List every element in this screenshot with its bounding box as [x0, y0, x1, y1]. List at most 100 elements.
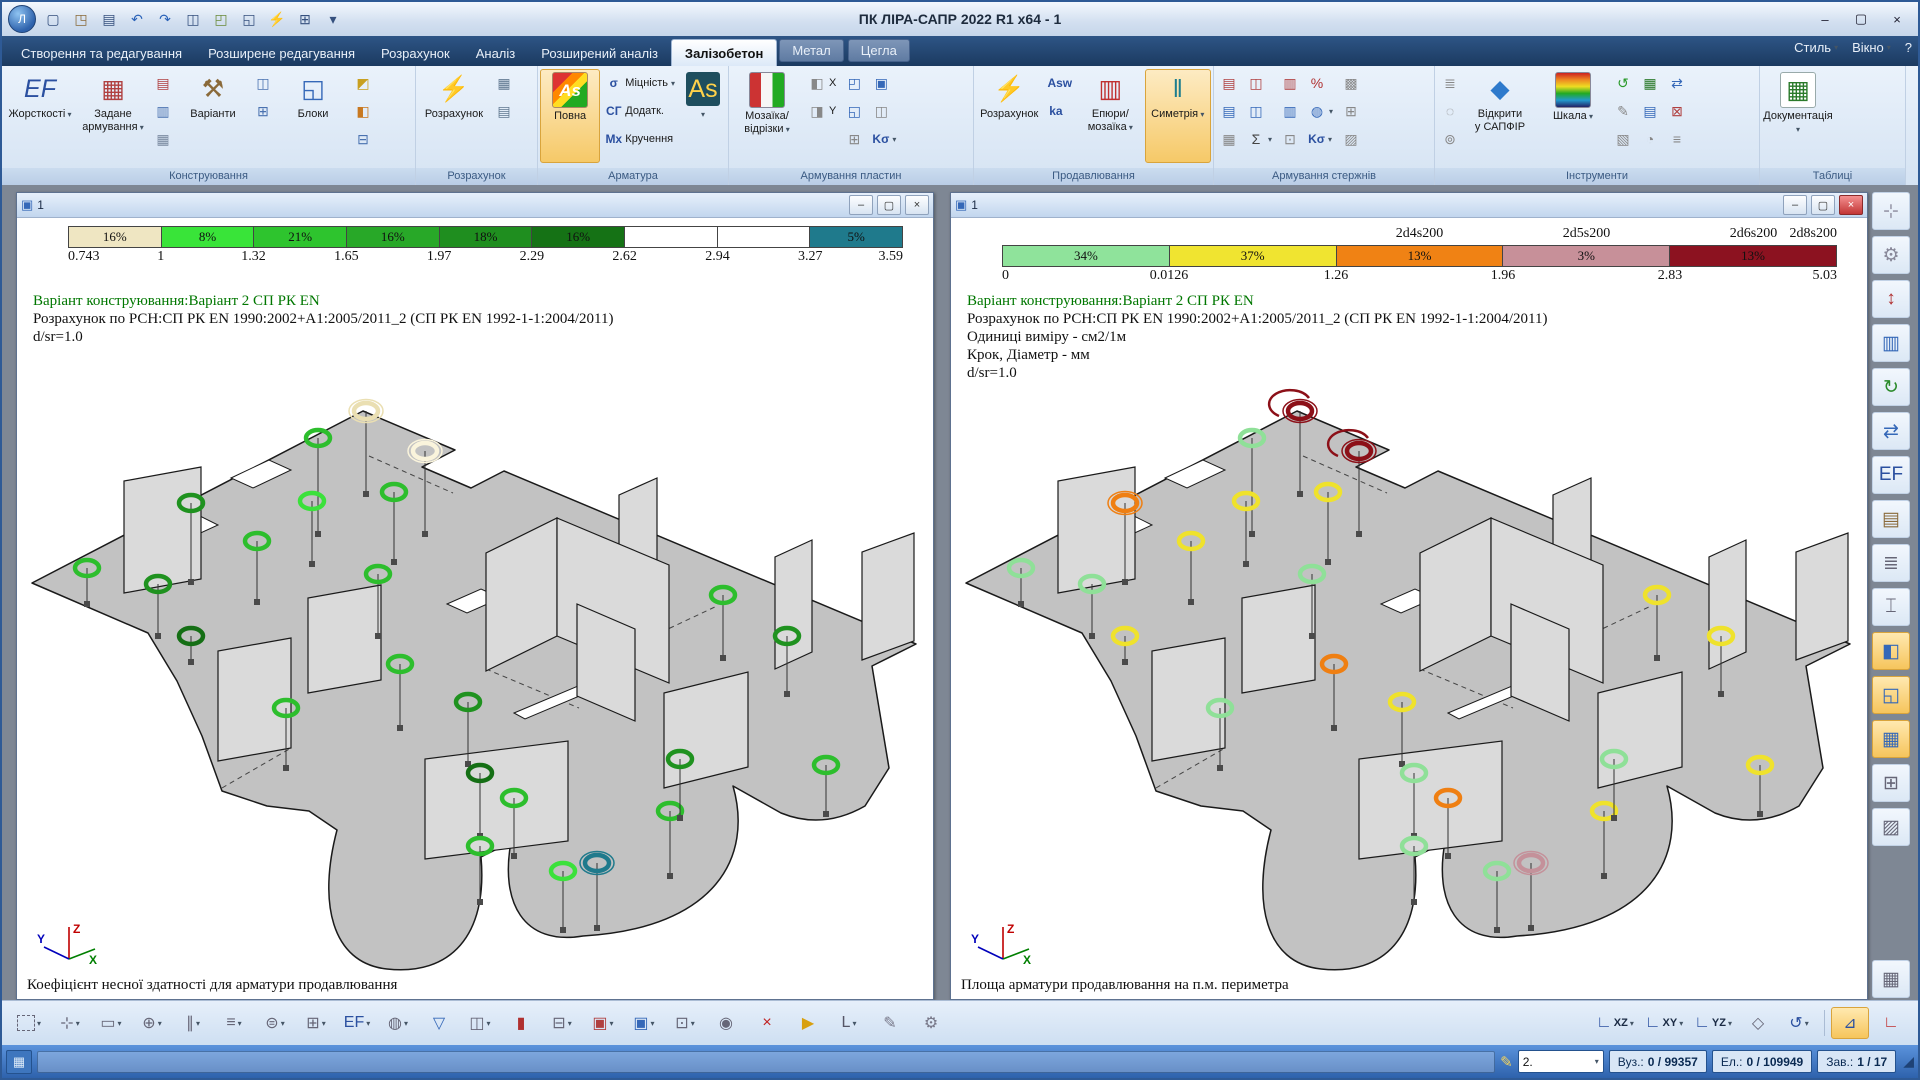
- block-side-button[interactable]: ◧: [350, 98, 376, 124]
- calc-protocol-button[interactable]: ▤: [491, 98, 517, 124]
- bar-hatch-button[interactable]: ▩: [1338, 70, 1364, 96]
- rebar-cols-button[interactable]: ▥: [150, 98, 176, 124]
- loadcase-selector[interactable]: 2.▾: [1518, 1050, 1604, 1073]
- variants-button[interactable]: ⚒Варіанти: [177, 69, 249, 163]
- bar-stirrups-1-button[interactable]: ▥: [1277, 70, 1303, 96]
- tool-edit-button[interactable]: ✎: [1610, 98, 1636, 124]
- scale-button[interactable]: Шкала ▾: [1537, 69, 1609, 163]
- bar-bottom-button[interactable]: ▤: [1216, 98, 1242, 124]
- select-polygon-button[interactable]: ▾: [10, 1007, 48, 1039]
- select-circle-button[interactable]: ⊕▾: [133, 1007, 171, 1039]
- copy-icon[interactable]: ◫: [180, 7, 206, 31]
- blocks-view-button[interactable]: ◱: [1872, 676, 1910, 714]
- viewport-window-right[interactable]: ▣1–▢×2d4s2002d5s2002d6s2002d8s20034%37%1…: [950, 192, 1868, 1000]
- bar-section-button[interactable]: ⊡: [1277, 126, 1303, 152]
- as-results-button[interactable]: As ▾: [680, 69, 726, 163]
- tab-brick[interactable]: Цегла: [848, 39, 910, 62]
- plate-x-button[interactable]: ◧X: [804, 70, 840, 96]
- ka-button[interactable]: ka: [1043, 98, 1076, 124]
- settings-button[interactable]: ⚙: [1872, 236, 1910, 274]
- mark-gray-button[interactable]: ⊡▾: [666, 1007, 704, 1039]
- punching-calc-button[interactable]: ⚡Розрахунок: [976, 69, 1042, 163]
- tab-calculation[interactable]: Розрахунок: [368, 40, 463, 66]
- mark-blue-button[interactable]: ▣▾: [625, 1007, 663, 1039]
- viewport-maximize-button[interactable]: ▢: [877, 195, 901, 215]
- variant-add-button[interactable]: ⊞: [250, 98, 276, 124]
- strength-button[interactable]: σМіцність▾: [601, 70, 679, 96]
- bar-fill-button[interactable]: ▨: [1338, 126, 1364, 152]
- viewport-maximize-button[interactable]: ▢: [1811, 195, 1835, 215]
- bar-mosaic-button[interactable]: ◍▾: [1304, 98, 1337, 124]
- tool-excel-button[interactable]: ▦: [1637, 70, 1663, 96]
- exchange-button[interactable]: ⇄: [1872, 412, 1910, 450]
- spotlight-button[interactable]: ▶: [789, 1007, 827, 1039]
- new-document-icon[interactable]: ▢: [40, 7, 66, 31]
- window-menu[interactable]: Вікно▾: [1852, 40, 1891, 55]
- floors-button[interactable]: ◧: [1872, 632, 1910, 670]
- bar-top-button[interactable]: ▤: [1216, 70, 1242, 96]
- add-grid-button[interactable]: ⊞: [1872, 764, 1910, 802]
- layers-button[interactable]: ▤: [1872, 500, 1910, 538]
- show-numbers-button[interactable]: ▥: [1872, 324, 1910, 362]
- blocks-button[interactable]: ◱Блоки: [277, 69, 349, 163]
- global-axes-button[interactable]: ∟: [1872, 1007, 1910, 1039]
- flags-button[interactable]: ◫▾: [461, 1007, 499, 1039]
- block-top-button[interactable]: ◩: [350, 70, 376, 96]
- model-3d-view[interactable]: [951, 336, 1867, 986]
- plate-grid-button[interactable]: ⊞: [841, 126, 867, 152]
- tab-analysis[interactable]: Аналіз: [463, 40, 529, 66]
- tool-rings-button[interactable]: ⊚: [1437, 126, 1463, 152]
- viewport-minimize-button[interactable]: –: [1783, 195, 1807, 215]
- variant-copy-button[interactable]: ◫: [250, 70, 276, 96]
- redo-icon[interactable]: ↷: [152, 7, 178, 31]
- bar-percent-button[interactable]: %: [1304, 70, 1337, 96]
- export-icon[interactable]: ⊞: [292, 7, 318, 31]
- update-view-button[interactable]: ↻: [1872, 368, 1910, 406]
- view-yz-button[interactable]: ∟YZ▾: [1690, 1007, 1736, 1039]
- clip-button[interactable]: ⊟▾: [543, 1007, 581, 1039]
- section-planes-button[interactable]: ∥▾: [174, 1007, 212, 1039]
- zoom-button[interactable]: ◉: [707, 1007, 745, 1039]
- tab-advanced-analysis[interactable]: Розширений аналіз: [528, 40, 671, 66]
- fragmentation-button[interactable]: ◍▾: [379, 1007, 417, 1039]
- tool-lists-button[interactable]: ≣: [1437, 70, 1463, 96]
- open-document-icon[interactable]: ◳: [68, 7, 94, 31]
- tab-reinforced-concrete[interactable]: Залізобетон: [671, 39, 777, 66]
- view-xz-button[interactable]: ∟XZ▾: [1592, 1007, 1638, 1039]
- viewport-window-left[interactable]: ▣1–▢×16%8%21%16%18%16%5%0.74311.321.651.…: [16, 192, 934, 1000]
- tool-delete-button[interactable]: ⊠: [1664, 98, 1690, 124]
- tool-refresh-button[interactable]: ↺: [1610, 70, 1636, 96]
- grid-snap-button[interactable]: ⊞▾: [297, 1007, 335, 1039]
- mark-red-button[interactable]: ▣▾: [584, 1007, 622, 1039]
- projection-mode-button[interactable]: ⊿: [1831, 1007, 1869, 1039]
- viewport-titlebar[interactable]: ▣1–▢×: [951, 193, 1867, 218]
- assigned-reinforcement-button[interactable]: ▦Заданеармування ▾: [77, 69, 149, 163]
- quick-calc-icon[interactable]: ⚡: [264, 7, 290, 31]
- tool-report-button[interactable]: ▤: [1637, 98, 1663, 124]
- mosaic-segments-button[interactable]: Мозаїка/відрізки ▾: [731, 69, 803, 163]
- blocks-icon[interactable]: ◱: [236, 7, 262, 31]
- calculate-button[interactable]: ⚡Розрахунок: [418, 69, 490, 163]
- stiffness-button[interactable]: EFЖорсткості ▾: [4, 69, 76, 163]
- open-sapfir-button[interactable]: ◆Відкритиу САПФІР: [1464, 69, 1536, 163]
- lists-button[interactable]: ≣: [1872, 544, 1910, 582]
- sections-button[interactable]: ⌶: [1872, 588, 1910, 626]
- tool-hatch-button[interactable]: ▧: [1610, 126, 1636, 152]
- tab-create-edit[interactable]: Створення та редагування: [8, 40, 195, 66]
- draw-button[interactable]: ✎: [871, 1007, 909, 1039]
- resize-grip-icon[interactable]: ◢: [1903, 1053, 1914, 1070]
- plate-strips-button[interactable]: ◫: [868, 98, 900, 124]
- view-xy-button[interactable]: ∟XY▾: [1641, 1007, 1687, 1039]
- bar-side-2-button[interactable]: ◫: [1243, 98, 1276, 124]
- app-logo-icon[interactable]: Л: [8, 5, 36, 33]
- plate-lower-button[interactable]: ◱: [841, 98, 867, 124]
- asw-button[interactable]: Asw: [1043, 70, 1076, 96]
- bar-add-button[interactable]: ⊞: [1338, 98, 1364, 124]
- punching-diagrams-button[interactable]: ▥Епюри/мозаїка ▾: [1077, 69, 1143, 163]
- hatch-view-button[interactable]: ▨: [1872, 808, 1910, 846]
- poly-filter-button[interactable]: ⊜▾: [256, 1007, 294, 1039]
- bar-ksigma-button[interactable]: Kσ▾: [1304, 126, 1337, 152]
- viewport-canvas[interactable]: 16%8%21%16%18%16%5%0.74311.321.651.972.2…: [17, 218, 933, 999]
- customize-quick-access-icon[interactable]: ▾: [320, 7, 346, 31]
- view-settings-button[interactable]: ⚙: [912, 1007, 950, 1039]
